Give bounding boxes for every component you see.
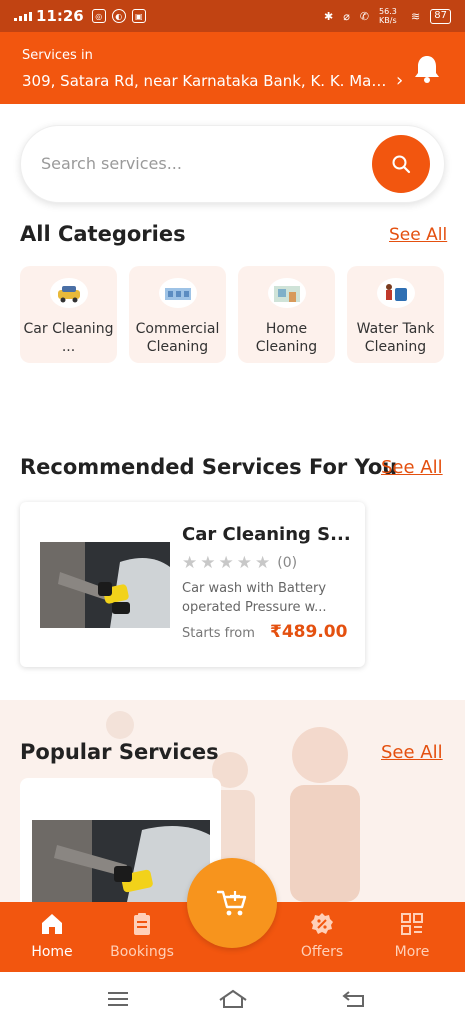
nav-label: Offers	[300, 944, 344, 960]
search-icon	[392, 155, 411, 174]
star-icon: ★	[236, 553, 252, 573]
car-cleaning-icon	[50, 278, 88, 308]
nav-home[interactable]: Home	[7, 902, 97, 972]
search-button[interactable]	[372, 135, 430, 193]
location-header: Services in 309, Satara Rd, near Karnata…	[0, 32, 465, 104]
rating-stars: ★ ★ ★ ★ ★ (0)	[182, 553, 297, 573]
category-commercial-cleaning[interactable]: Commercial Cleaning	[129, 266, 226, 363]
nav-label: Bookings	[110, 944, 174, 960]
menu-icon[interactable]	[105, 988, 131, 1010]
chevron-right-icon[interactable]: ›	[396, 70, 403, 91]
service-description: Car wash with Battery operated Pressure …	[182, 579, 352, 617]
services-in-label: Services in	[22, 48, 93, 63]
search-bar[interactable]: Search services...	[20, 125, 445, 203]
service-name: Car Cleaning S...	[182, 524, 351, 545]
categories-title: All Categories	[20, 222, 186, 246]
category-water-tank-cleaning[interactable]: Water Tank Cleaning	[347, 266, 444, 363]
star-icon: ★	[200, 553, 216, 573]
nav-more[interactable]: More	[367, 902, 457, 972]
home-system-icon[interactable]	[217, 988, 249, 1010]
home-cleaning-icon	[268, 278, 306, 308]
bell-icon[interactable]	[413, 54, 441, 84]
app-notification-icon: ◐	[111, 9, 126, 23]
status-bar: 11:26 ◎ ◐ ▣ ✱ ⌀ ✆ 56.3 KB/s ≋ 87	[0, 0, 465, 32]
recommended-see-all-link[interactable]: See All	[381, 457, 443, 478]
network-speed: 56.3 KB/s	[379, 7, 397, 25]
system-navigation-bar	[0, 972, 465, 1024]
mute-icon: ⌀	[343, 9, 350, 23]
category-home-cleaning[interactable]: Home Cleaning	[238, 266, 335, 363]
popular-title: Popular Services	[20, 740, 219, 764]
back-icon[interactable]	[341, 988, 367, 1010]
categories-see-all-link[interactable]: See All	[389, 225, 447, 245]
wifi-icon: ≋	[411, 9, 421, 23]
category-label: Water Tank Cleaning	[356, 321, 435, 355]
nav-label: More	[394, 944, 430, 960]
search-input[interactable]: Search services...	[41, 154, 182, 173]
cart-plus-icon	[217, 890, 247, 916]
nav-offers[interactable]: Offers	[277, 902, 367, 972]
description-line: Car wash with Battery	[182, 581, 327, 596]
address-selector[interactable]: 309, Satara Rd, near Karnataka Bank, K. …	[22, 72, 392, 90]
category-label: Home Cleaning	[255, 321, 318, 355]
nav-bookings[interactable]: Bookings	[97, 902, 187, 972]
popular-see-all-link[interactable]: See All	[381, 742, 443, 763]
home-icon	[42, 914, 62, 934]
clipboard-icon	[134, 913, 150, 935]
call-icon: ✆	[359, 9, 370, 23]
star-icon: ★	[182, 553, 198, 573]
office-cleaning-icon	[159, 278, 197, 308]
discount-badge-icon	[311, 913, 333, 934]
status-time: 11:26	[36, 7, 84, 25]
category-label: Commercial Cleaning	[135, 321, 220, 355]
water-tank-icon	[377, 278, 415, 308]
app-notification-icon: ▣	[131, 9, 146, 23]
app-notification-icon: ◎	[91, 9, 106, 23]
star-icon: ★	[218, 553, 234, 573]
starts-from-label: Starts from	[182, 626, 255, 641]
service-image	[40, 542, 170, 628]
battery-icon: 87	[430, 8, 451, 24]
grid-icon	[401, 913, 423, 935]
bluetooth-icon: ✱	[323, 9, 334, 23]
recommended-service-card[interactable]: Car Cleaning S... ★ ★ ★ ★ ★ (0) Car wash…	[20, 502, 365, 667]
service-price: ₹489.00	[270, 622, 348, 642]
description-line: operated Pressure w...	[182, 600, 327, 615]
recommended-title: Recommended Services For You	[20, 455, 398, 479]
category-car-cleaning[interactable]: Car Cleaning ...	[20, 266, 117, 363]
star-icon: ★	[255, 553, 271, 573]
signal-icon	[14, 11, 32, 21]
service-image	[32, 820, 210, 902]
cart-button[interactable]	[187, 858, 277, 948]
rating-count: (0)	[277, 555, 298, 571]
category-label: Car Cleaning ...	[23, 321, 114, 355]
nav-label: Home	[31, 944, 73, 960]
